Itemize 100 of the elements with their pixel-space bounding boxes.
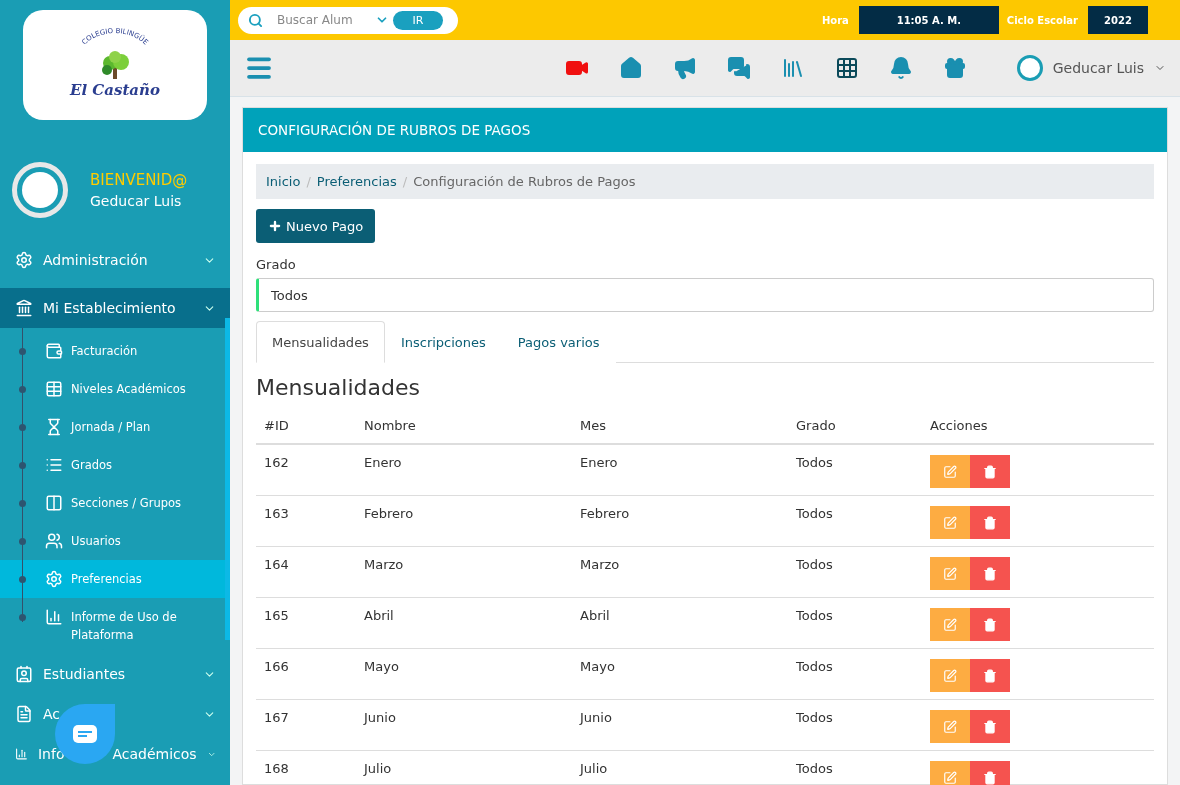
table-cell-text: Todos [796, 557, 834, 574]
bell-icon[interactable] [888, 56, 913, 80]
time-label: Hora [821, 14, 849, 26]
megaphone-icon[interactable] [672, 56, 697, 80]
sidebar-item[interactable]: Ac [0, 694, 230, 734]
edit-button[interactable] [930, 608, 970, 641]
submenu-icon [45, 418, 63, 436]
edit-icon [943, 719, 957, 734]
school-year-value: 2022 [1088, 6, 1148, 34]
delete-button[interactable] [970, 608, 1010, 641]
card-title: CONFIGURACIÓN DE RUBROS DE PAGOS [243, 108, 1167, 152]
submenu-icon [45, 342, 63, 360]
grade-select[interactable]: Todos [256, 278, 1154, 312]
submenu-icon [45, 532, 63, 550]
table-cell-text: Todos [796, 608, 834, 625]
trash-icon [983, 464, 997, 479]
trash-icon [983, 566, 997, 581]
item-label: Ac [43, 706, 61, 722]
table-cell-text: 165 [264, 608, 290, 625]
table-cell-text: Mayo [580, 659, 616, 676]
delete-button[interactable] [970, 557, 1010, 590]
new-payment-button[interactable]: Nuevo Pago [256, 209, 376, 243]
delete-button[interactable] [970, 455, 1010, 488]
search-icon [248, 12, 263, 28]
edit-icon [943, 515, 957, 530]
trash-icon [983, 719, 997, 734]
column-header: Nombre [364, 418, 417, 433]
trash-icon [983, 668, 997, 683]
table-cell-text: Marzo [580, 557, 621, 574]
table-cell-text: 167 [264, 710, 290, 727]
sidebar-item[interactable]: Estudiantes [0, 654, 230, 694]
edit-button[interactable] [930, 761, 970, 785]
scrollbar[interactable] [225, 318, 230, 640]
submenu-icon [45, 456, 63, 474]
edit-button[interactable] [930, 659, 970, 692]
table-cell-text: 168 [264, 761, 290, 778]
table-cell-text: Julio [364, 761, 393, 778]
delete-button[interactable] [970, 761, 1010, 785]
table-cell-text: Todos [796, 710, 834, 727]
chat-icon[interactable] [726, 56, 751, 80]
trash-icon [983, 770, 997, 785]
delete-button[interactable] [970, 506, 1010, 539]
submenu-item[interactable]: Usuarios [0, 522, 225, 560]
column-header: #ID [264, 418, 290, 433]
sidebar-item[interactable]: Info Académicos [0, 734, 230, 774]
edit-icon [943, 617, 957, 632]
table-cell-text: Julio [580, 761, 609, 778]
table-cell-text: 164 [264, 557, 290, 574]
edit-icon [943, 770, 957, 785]
submenu-icon [45, 570, 63, 588]
submenu-item[interactable]: Secciones / Grupos [0, 484, 225, 522]
edit-button[interactable] [930, 506, 970, 539]
table-cell-text: Mayo [364, 659, 400, 676]
gift-icon[interactable] [942, 56, 967, 80]
table-cell-text: Todos [796, 506, 834, 523]
sidebar-item[interactable]: Administración [0, 240, 230, 280]
tab[interactable]: Mensualidades [256, 321, 385, 363]
table-cell-text: Todos [796, 659, 834, 676]
edit-icon [943, 668, 957, 683]
edit-icon [943, 566, 957, 581]
edit-button[interactable] [930, 455, 970, 488]
item-label: Mi Establecimiento [43, 300, 176, 316]
item-label: Administración [43, 252, 148, 268]
delete-button[interactable] [970, 659, 1010, 692]
home-icon[interactable] [618, 56, 643, 80]
time-value: 11:05 A. M. [858, 6, 999, 34]
sidebar-item[interactable]: Mi Establecimiento [0, 288, 230, 328]
menu-item-icon [15, 251, 33, 269]
submenu-item[interactable]: Niveles Académicos [0, 370, 225, 408]
breadcrumb-link[interactable]: Preferencias [316, 174, 397, 189]
table-cell-text: Enero [580, 455, 619, 472]
item-label: Estudiantes [43, 666, 126, 682]
delete-button[interactable] [970, 710, 1010, 743]
grade-label: Grado [256, 257, 297, 272]
submenu-item[interactable]: Informe de Uso de Plataforma [0, 598, 225, 650]
search-field[interactable]: Buscar Alum IR [238, 6, 458, 34]
grid-icon[interactable] [834, 56, 859, 80]
submenu-icon [45, 608, 63, 626]
menu-item-icon [15, 705, 33, 723]
edit-icon [943, 464, 957, 479]
submenu-item[interactable]: Facturación [0, 332, 225, 370]
submenu-item[interactable]: Jornada / Plan [0, 408, 225, 446]
breadcrumb-link[interactable]: Inicio [266, 174, 301, 189]
edit-button[interactable] [930, 710, 970, 743]
plus-icon [268, 219, 282, 233]
table-cell-text: Enero [364, 455, 403, 472]
user-menu[interactable]: Geducar Luis [1016, 55, 1166, 81]
item-label: Info [37, 746, 65, 762]
table-cell-text: Febrero [580, 506, 631, 523]
table-cell-text: Abril [580, 608, 611, 625]
school-year-label: Ciclo Escolar [1006, 14, 1078, 26]
submenu-item[interactable]: Grados [0, 446, 225, 484]
submenu-icon [45, 380, 63, 398]
menu-item-icon [15, 665, 33, 683]
submenu-item[interactable]: Preferencias [0, 560, 225, 598]
table-cell-text: Marzo [364, 557, 405, 574]
go-button[interactable]: IR [393, 10, 443, 30]
edit-button[interactable] [930, 557, 970, 590]
menu-item-icon [15, 299, 33, 317]
table-cell-text: 166 [264, 659, 290, 676]
